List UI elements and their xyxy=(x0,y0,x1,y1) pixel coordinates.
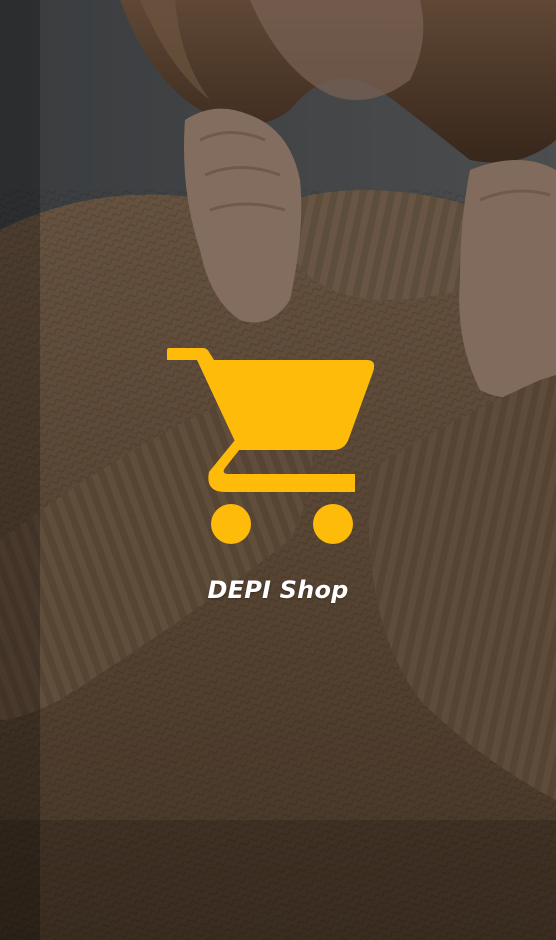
app-name: DEPI Shop xyxy=(207,576,349,604)
splash-screen: DEPI Shop xyxy=(0,0,556,940)
splash-branding: DEPI Shop xyxy=(0,340,556,604)
shopping-cart-icon xyxy=(167,340,377,560)
